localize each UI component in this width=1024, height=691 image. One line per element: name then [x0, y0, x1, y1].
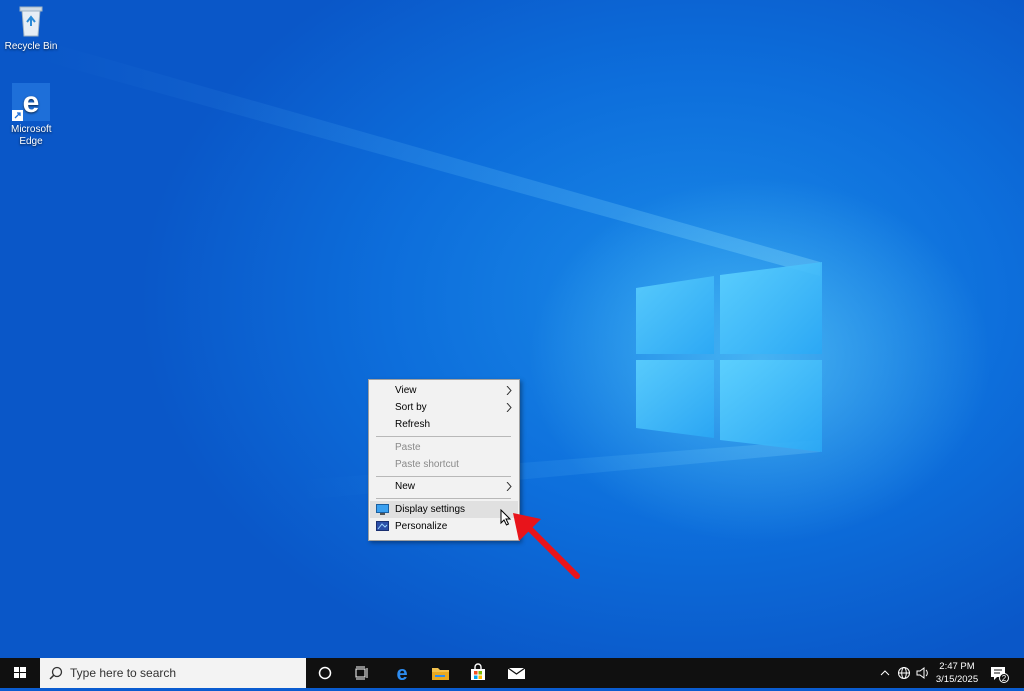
search-icon: [49, 666, 63, 680]
menu-item-display-settings[interactable]: Display settings: [370, 501, 518, 518]
svg-text:e: e: [396, 663, 407, 685]
menu-separator: [376, 436, 511, 437]
chevron-right-icon: [506, 403, 512, 412]
mail-button[interactable]: [501, 658, 531, 688]
chevron-right-icon: [506, 386, 512, 395]
store-button[interactable]: [463, 658, 493, 688]
clock-date: 3/15/2025: [935, 674, 979, 685]
menu-item-label: View: [395, 385, 417, 396]
menu-item-paste[interactable]: Paste: [370, 439, 518, 456]
menu-item-paste-shortcut[interactable]: Paste shortcut: [370, 456, 518, 473]
menu-item-sort-by[interactable]: Sort by: [370, 399, 518, 416]
show-hidden-icons-button[interactable]: [876, 658, 894, 688]
speaker-icon: [916, 667, 928, 679]
globe-icon: [898, 667, 910, 679]
chevron-up-icon: [880, 670, 890, 676]
menu-item-label: Paste shortcut: [395, 459, 459, 470]
windows-wallpaper-logo: [636, 262, 822, 452]
recycle-bin-shortcut[interactable]: Recycle Bin: [0, 4, 62, 53]
chevron-right-icon: [506, 482, 512, 491]
taskbar: Type here to search e 2:47 PM 3/15/2025 …: [0, 658, 1024, 688]
file-explorer-icon: [432, 668, 449, 680]
annotation-arrow-icon: [513, 513, 580, 579]
menu-item-label: Personalize: [395, 521, 448, 532]
recycle-bin-icon: [14, 4, 48, 38]
menu-item-label: Display settings: [395, 504, 466, 515]
menu-item-label: Paste: [395, 442, 421, 453]
clock[interactable]: 2:47 PM 3/15/2025: [934, 660, 980, 686]
desktop-icon-label: Microsoft Edge: [11, 124, 52, 147]
taskbar-search-box[interactable]: Type here to search: [40, 658, 306, 688]
menu-item-label: Refresh: [395, 419, 431, 430]
notification-count-badge: 2: [1001, 673, 1007, 683]
menu-separator: [376, 476, 511, 477]
edge-shortcut[interactable]: e Microsoft Edge: [0, 83, 62, 148]
edge-icon: e: [396, 663, 407, 685]
network-button[interactable]: [895, 658, 913, 688]
menu-item-label: Sort by: [395, 402, 427, 413]
personalize-icon: [376, 521, 389, 531]
windows-logo-icon: [14, 667, 26, 678]
clock-time: 2:47 PM: [939, 661, 975, 672]
start-button[interactable]: [0, 658, 40, 688]
menu-item-personalize[interactable]: Personalize: [370, 518, 518, 535]
menu-item-new[interactable]: New: [370, 478, 518, 495]
cortana-button[interactable]: [310, 658, 340, 688]
menu-item-label: New: [395, 481, 416, 492]
file-explorer-button[interactable]: [425, 658, 455, 688]
cortana-icon: [318, 666, 332, 680]
store-icon: [471, 663, 485, 680]
search-placeholder: Type here to search: [70, 666, 177, 680]
desktop-context-menu: View Sort by Refresh Paste Paste shortcu…: [368, 379, 520, 541]
menu-item-refresh[interactable]: Refresh: [370, 416, 518, 433]
menu-separator: [376, 498, 511, 499]
mail-icon: [507, 667, 526, 679]
edge-icon: e: [12, 83, 50, 121]
volume-button[interactable]: [914, 658, 932, 688]
action-center-button[interactable]: 2: [986, 658, 1012, 688]
taskbar-edge-button[interactable]: e: [387, 658, 417, 688]
task-view-icon: [355, 666, 368, 680]
display-icon: [376, 504, 389, 515]
menu-item-view[interactable]: View: [370, 382, 518, 399]
desktop-icon-label: Recycle Bin: [4, 41, 58, 52]
task-view-button[interactable]: [347, 658, 377, 688]
notification-icon: [991, 667, 1009, 683]
svg-text:e: e: [23, 86, 40, 119]
